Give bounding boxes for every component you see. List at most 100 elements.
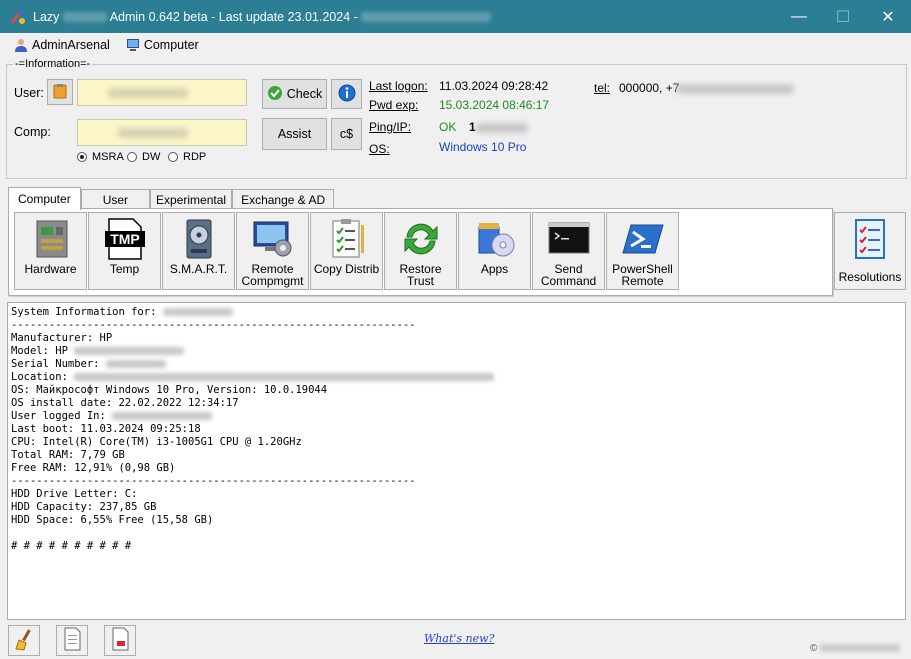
tab-computer[interactable]: Computer xyxy=(8,187,81,210)
remote-compmgmt-label: Remote Compmgmt xyxy=(241,262,304,288)
output-line-text: Model: HP xyxy=(11,345,68,357)
powershell-remote-label: PowerShell Remote xyxy=(612,262,673,288)
whats-new-link[interactable]: What's new? xyxy=(424,632,494,645)
powershell-remote-button[interactable]: PowerShell Remote xyxy=(606,212,679,290)
radio-msra-label: MSRA xyxy=(92,151,124,163)
tel-value: 000000, +7 xyxy=(619,81,680,95)
export-pdf-button[interactable] xyxy=(104,625,136,656)
check-icon xyxy=(267,85,283,104)
os-label: OS: xyxy=(369,142,390,156)
radio-dw-dot xyxy=(127,152,137,162)
smart-button[interactable]: S.M.A.R.T. xyxy=(162,212,235,290)
resolutions-icon xyxy=(848,217,892,261)
output-line: Free RAM: 12,91% (0,98 GB) xyxy=(11,462,176,474)
information-legend: -=Information=- xyxy=(15,58,91,70)
radio-dw[interactable]: DW xyxy=(127,151,160,163)
hardware-label: Hardware xyxy=(24,262,77,276)
tel-label: tel: xyxy=(594,81,611,95)
maximize-button[interactable]: ☐ xyxy=(820,0,866,33)
output-line-text: System Information for: xyxy=(11,306,157,318)
temp-button[interactable]: TMP Temp xyxy=(88,212,161,290)
output-redacted xyxy=(74,347,185,355)
apps-button[interactable]: Apps xyxy=(458,212,531,290)
minimize-button[interactable]: — xyxy=(776,0,822,33)
title-redacted xyxy=(361,12,492,23)
output-redacted xyxy=(162,308,233,316)
checklist-icon xyxy=(325,217,369,261)
copyright-symbol: © xyxy=(810,643,818,654)
output-line: Last boot: 11.03.2024 09:25:18 xyxy=(11,423,201,435)
system-info-output[interactable]: System Information for: ----------------… xyxy=(7,302,906,620)
output-line: Manufacturer: HP xyxy=(11,332,113,344)
radio-msra-dot xyxy=(77,152,87,162)
radio-msra[interactable]: MSRA xyxy=(77,151,124,163)
app-logo-icon xyxy=(9,8,27,26)
compmgmt-icon xyxy=(251,217,295,261)
copy-text-button[interactable] xyxy=(56,625,88,656)
check-button-label: Check xyxy=(286,87,323,101)
output-line: OS: Майкрософт Windows 10 Pro, Version: … xyxy=(11,384,328,396)
output-line: # # # # # # # # # # xyxy=(11,540,132,552)
temp-label: Temp xyxy=(109,262,140,276)
output-line-text: User logged In: xyxy=(11,410,106,422)
output-line: System Information for: xyxy=(11,306,902,319)
user-icon xyxy=(14,38,28,52)
copyright-text: © xyxy=(810,643,901,654)
comp-input[interactable] xyxy=(77,119,247,146)
tmp-icon: TMP xyxy=(103,217,147,261)
tab-experimental[interactable]: Experimental xyxy=(150,189,233,210)
output-line: Location: xyxy=(11,371,902,384)
powershell-icon xyxy=(621,217,665,261)
radio-rdp[interactable]: RDP xyxy=(168,151,206,163)
menu-admin-arsenal[interactable]: AdminArsenal xyxy=(14,38,110,52)
tab-user[interactable]: User xyxy=(80,189,151,210)
close-button[interactable]: ✕ xyxy=(865,0,911,33)
menu-admin-arsenal-label: AdminArsenal xyxy=(32,38,110,52)
remote-compmgmt-button[interactable]: Remote Compmgmt xyxy=(236,212,309,290)
radio-rdp-label: RDP xyxy=(183,151,207,163)
computer-icon xyxy=(126,38,140,52)
apps-label: Apps xyxy=(480,262,509,276)
resolutions-button[interactable]: Resolutions xyxy=(834,212,906,290)
user-input[interactable] xyxy=(77,79,247,106)
info-button[interactable] xyxy=(331,79,362,109)
tab-strip: Computer User Experimental Exchange & AD xyxy=(8,187,335,210)
output-line: ----------------------------------------… xyxy=(11,475,416,487)
user-picker-button[interactable] xyxy=(47,79,73,105)
output-line: ----------------------------------------… xyxy=(11,319,416,331)
assist-button[interactable]: Assist xyxy=(262,118,327,150)
hardware-button[interactable]: Hardware xyxy=(14,212,87,290)
output-line: Serial Number: xyxy=(11,358,902,371)
comp-label: Comp: xyxy=(14,125,51,139)
hdd-icon xyxy=(177,217,221,261)
os-value: Windows 10 Pro xyxy=(439,140,527,154)
check-button[interactable]: Check xyxy=(262,79,327,109)
copy-distrib-button[interactable]: Copy Distrib xyxy=(310,212,383,290)
c-share-button[interactable]: c$ xyxy=(331,118,362,150)
send-command-button[interactable]: Send Command xyxy=(532,212,605,290)
broom-icon xyxy=(12,627,36,654)
title-redacted xyxy=(62,12,107,23)
menu-computer-label: Computer xyxy=(143,38,199,52)
output-redacted xyxy=(105,360,166,368)
restore-icon xyxy=(399,217,443,261)
last-logon-label: Last logon: xyxy=(369,79,428,93)
user-input-redacted xyxy=(108,88,188,98)
output-line: Model: HP xyxy=(11,345,902,358)
ping-ip-redacted xyxy=(476,123,528,133)
restore-trust-button[interactable]: Restore Trust xyxy=(384,212,457,290)
copy-distrib-label: Copy Distrib xyxy=(313,262,380,276)
output-redacted xyxy=(112,412,213,420)
copyright-redacted xyxy=(820,644,901,653)
pdf-icon xyxy=(109,627,131,654)
output-line: OS install date: 22.02.2022 12:34:17 xyxy=(11,397,239,409)
clear-button[interactable] xyxy=(8,625,40,656)
output-line: HDD Drive Letter: C: xyxy=(11,488,138,500)
menu-bar: AdminArsenal Computer xyxy=(0,33,911,57)
menu-computer[interactable]: Computer xyxy=(126,38,199,52)
ping-label: Ping/IP: xyxy=(369,120,412,134)
smart-label: S.M.A.R.T. xyxy=(169,262,228,276)
hardware-icon xyxy=(29,217,73,261)
tab-exchange-ad[interactable]: Exchange & AD xyxy=(232,189,335,210)
pwd-exp-label: Pwd exp: xyxy=(369,98,419,112)
